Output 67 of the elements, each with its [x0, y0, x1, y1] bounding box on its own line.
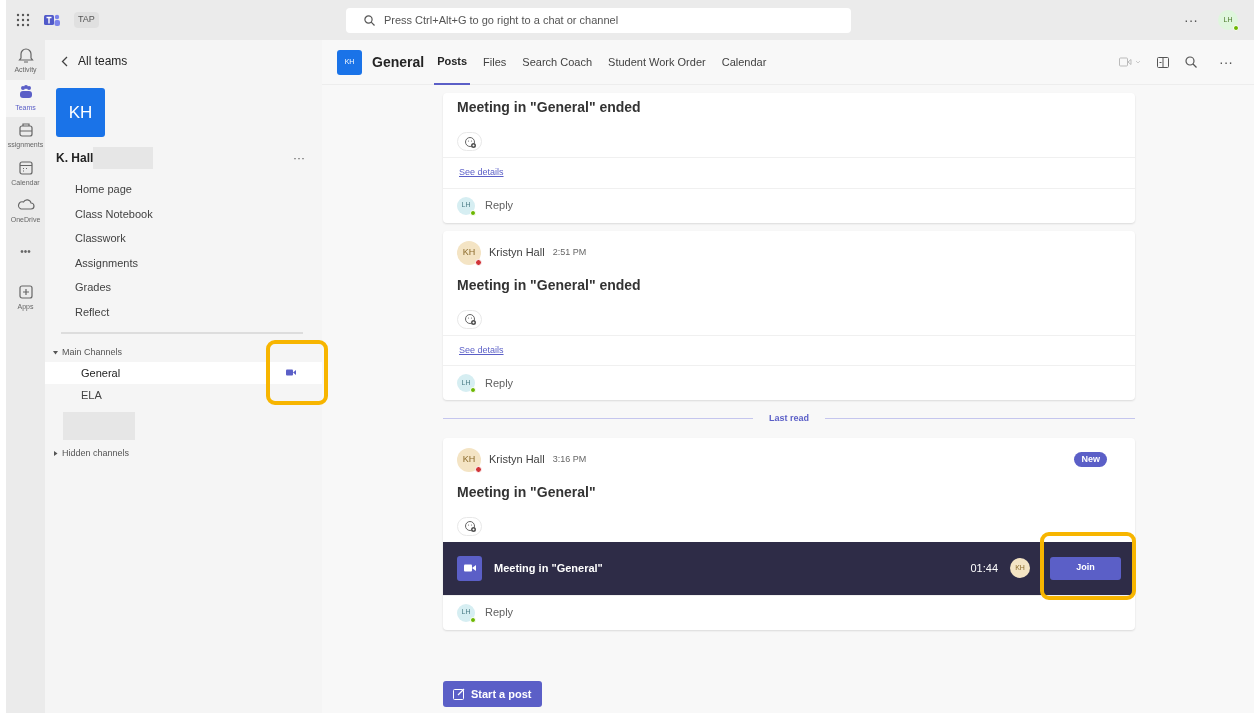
team-tab-link[interactable]: Home page	[45, 177, 132, 202]
channel-section-toggle[interactable]: Hidden channels	[45, 444, 130, 462]
join-button[interactable]: Join	[1050, 556, 1121, 580]
reply-button[interactable]: Reply	[485, 197, 514, 214]
more-button[interactable]: ···	[1178, 8, 1204, 32]
reply-button[interactable]: Reply	[485, 374, 514, 392]
team-tab-link[interactable]: Class Notebook	[45, 201, 153, 226]
channel-tab[interactable]: Search Coach	[519, 39, 596, 85]
more-button[interactable]: ···	[1213, 50, 1239, 74]
channel-title: General	[372, 52, 425, 72]
teams-logo-icon[interactable]	[44, 13, 60, 27]
channel-item[interactable]: ELA	[45, 384, 322, 407]
bell-icon	[16, 46, 35, 64]
plus-icon	[16, 282, 35, 301]
team-avatar: KH	[56, 88, 105, 137]
reply-button[interactable]: Reply	[485, 604, 514, 621]
new-badge: New	[1074, 451, 1107, 468]
post-title: Meeting in "General" ended	[456, 98, 642, 117]
video-camera-icon	[463, 564, 476, 572]
presence-dot	[470, 616, 476, 623]
author-name: Kristyn Hall	[489, 245, 545, 261]
channel-tab[interactable]: Calendar	[718, 39, 770, 85]
timestamp: 2:51 PM	[552, 245, 587, 259]
start-post-button[interactable]: Start a post	[443, 680, 542, 707]
team-tab-link[interactable]: Assignments	[45, 250, 138, 275]
presence-dot	[475, 258, 482, 266]
see-details-link[interactable]: See details	[443, 334, 1135, 365]
last-read-label: Last read	[769, 412, 809, 425]
post-title: Meeting in "General" ended	[456, 275, 642, 295]
compose-icon	[453, 687, 465, 700]
team-name: K. Hall	[56, 150, 94, 167]
channel-tab[interactable]: Student Work Order	[605, 39, 709, 85]
caret-icon	[53, 350, 58, 356]
timestamp: 3:16 PM	[552, 452, 587, 466]
rail-item[interactable]: •••	[6, 229, 45, 273]
presence-dot	[470, 387, 476, 393]
presence-dot	[1233, 25, 1239, 31]
team-tab-link[interactable]: Grades	[45, 275, 112, 300]
channel-section-toggle[interactable]: Main Channels	[45, 344, 123, 362]
search-field[interactable]: Press Ctrl+Alt+G to go right to a chat or channel	[345, 7, 851, 33]
team-tab-link[interactable]: Reflect	[45, 299, 110, 324]
search-icon[interactable]	[1185, 56, 1197, 68]
app-launcher-icon[interactable]	[16, 13, 30, 27]
channel-tab[interactable]: Files	[480, 39, 510, 85]
back-link[interactable]: All teams	[45, 40, 144, 82]
backpack-icon	[16, 121, 35, 139]
team-tab-link[interactable]: Classwork	[45, 226, 126, 251]
meeting-duration: 01:44	[970, 560, 998, 576]
author-name: Kristyn Hall	[489, 452, 545, 468]
avatar: KH	[457, 447, 481, 472]
smiley-icon	[463, 313, 476, 325]
channel-tab[interactable]: Posts	[434, 39, 471, 85]
panel-icon[interactable]	[1157, 56, 1169, 68]
presence-dot	[475, 465, 482, 473]
more-button[interactable]: ···	[287, 148, 311, 168]
avatar: KH	[457, 240, 481, 265]
calendar-icon	[16, 158, 35, 177]
caret-icon	[53, 450, 58, 456]
presence-dot	[470, 209, 476, 216]
org-label: TAP	[74, 12, 99, 28]
channel-item[interactable]: General	[45, 361, 322, 384]
meeting-title: Meeting in "General"	[494, 560, 603, 576]
smiley-icon	[463, 520, 476, 532]
smiley-icon	[463, 135, 476, 148]
see-details-link[interactable]: See details	[443, 157, 1135, 188]
chevron-left-icon	[61, 55, 68, 67]
post-title: Meeting in "General"	[456, 482, 597, 502]
